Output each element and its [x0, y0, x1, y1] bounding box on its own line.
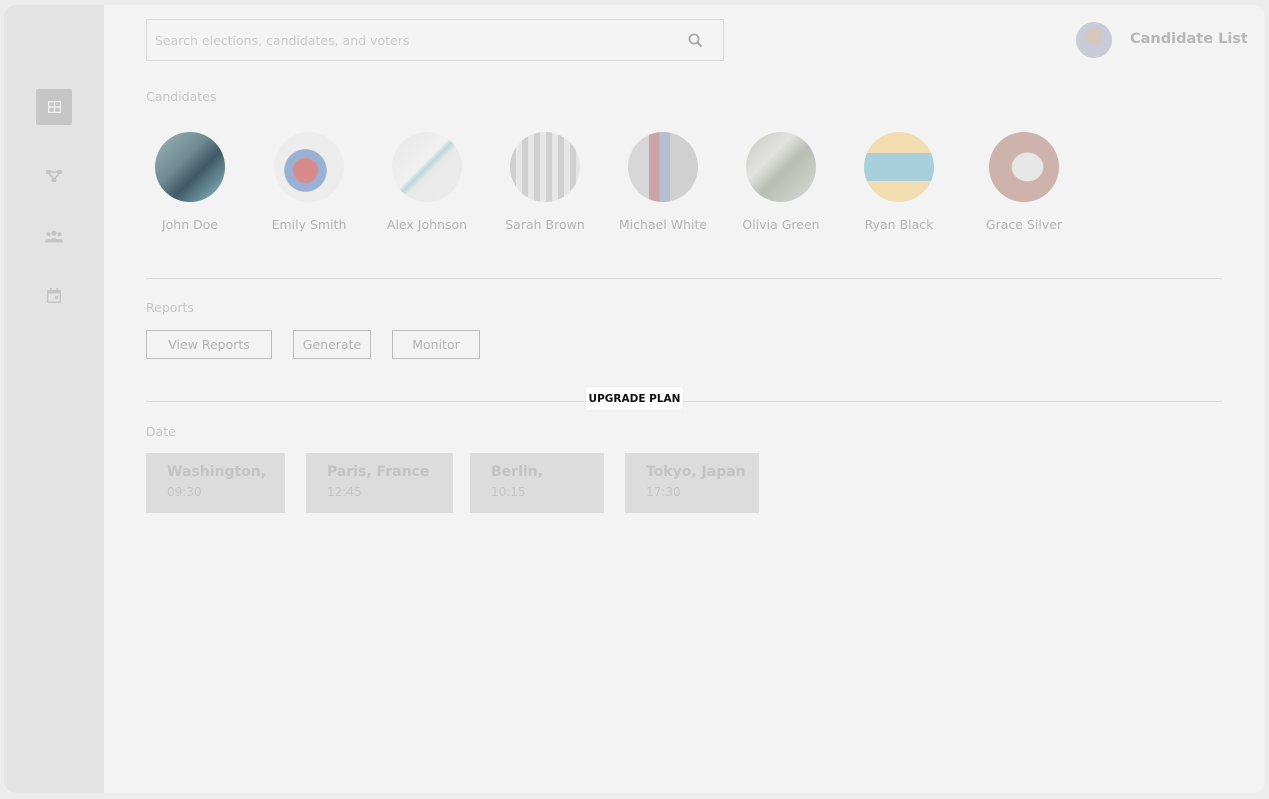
avatar[interactable] [1076, 22, 1112, 58]
calendar-icon [47, 287, 61, 303]
candidate-card[interactable]: Ryan Black [844, 132, 954, 232]
sidebar-item-dashboard[interactable] [36, 89, 72, 125]
reports-section-label: Reports [146, 300, 194, 315]
sidebar-item-voters[interactable] [36, 218, 72, 254]
date-city: Washington, [167, 464, 267, 480]
search-icon[interactable] [688, 33, 703, 52]
date-city: Berlin, [491, 464, 543, 480]
candidate-card[interactable]: Grace Silver [969, 132, 1079, 232]
monitor-button[interactable]: Monitor [392, 330, 480, 359]
candidate-photo [155, 132, 225, 202]
date-card[interactable]: Paris, France 12:45 [306, 453, 453, 513]
view-reports-button[interactable]: View Reports [146, 330, 272, 359]
candidate-name: John Doe [161, 217, 219, 232]
date-time: 09:30 [167, 485, 202, 499]
grid-icon [47, 101, 61, 113]
candidate-name: Grace Silver [985, 217, 1063, 232]
candidate-card[interactable]: Michael White [608, 132, 718, 232]
candidate-photo [746, 132, 816, 202]
date-time: 12:45 [327, 485, 362, 499]
candidate-photo [510, 132, 580, 202]
candidate-card[interactable]: Olivia Green [726, 132, 836, 232]
candidate-photo [628, 132, 698, 202]
candidate-name: Olivia Green [742, 217, 820, 232]
date-city: Paris, France [327, 464, 430, 480]
date-card[interactable]: Washington, 09:30 [146, 453, 285, 513]
upgrade-plan-button[interactable]: UPGRADE PLAN [586, 387, 683, 410]
sidebar-item-network[interactable] [36, 158, 72, 194]
candidate-photo [989, 132, 1059, 202]
date-section-label: Date [146, 424, 176, 439]
candidate-name: Emily Smith [271, 217, 347, 232]
page-title: Candidate List [1130, 31, 1248, 47]
search-input[interactable] [147, 20, 677, 60]
candidate-card[interactable]: John Doe [135, 132, 245, 232]
date-card[interactable]: Tokyo, Japan 17:30 [625, 453, 759, 513]
date-time: 17:30 [646, 485, 681, 499]
candidate-card[interactable]: Alex Johnson [372, 132, 482, 232]
candidate-name: Michael White [618, 217, 708, 232]
search-bar [146, 19, 724, 61]
candidates-section-label: Candidates [146, 89, 217, 104]
network-icon [46, 170, 62, 182]
candidate-photo [392, 132, 462, 202]
date-card[interactable]: Berlin, 10:15 [470, 453, 604, 513]
generate-button[interactable]: Generate [293, 330, 371, 359]
sidebar [4, 5, 104, 793]
app-window: Candidate List Candidates John Doe Emily… [4, 5, 1265, 793]
date-time: 10:15 [491, 485, 526, 499]
candidate-name: Ryan Black [864, 217, 934, 232]
users-icon [45, 230, 63, 242]
candidate-name: Sarah Brown [505, 217, 585, 232]
candidate-photo [864, 132, 934, 202]
candidate-card[interactable]: Sarah Brown [490, 132, 600, 232]
sidebar-item-calendar[interactable] [36, 277, 72, 313]
candidate-photo [274, 132, 344, 202]
candidate-card[interactable]: Emily Smith [254, 132, 364, 232]
divider [146, 278, 1222, 279]
divider [146, 401, 1222, 402]
candidate-name: Alex Johnson [386, 217, 468, 232]
date-city: Tokyo, Japan [646, 464, 746, 480]
